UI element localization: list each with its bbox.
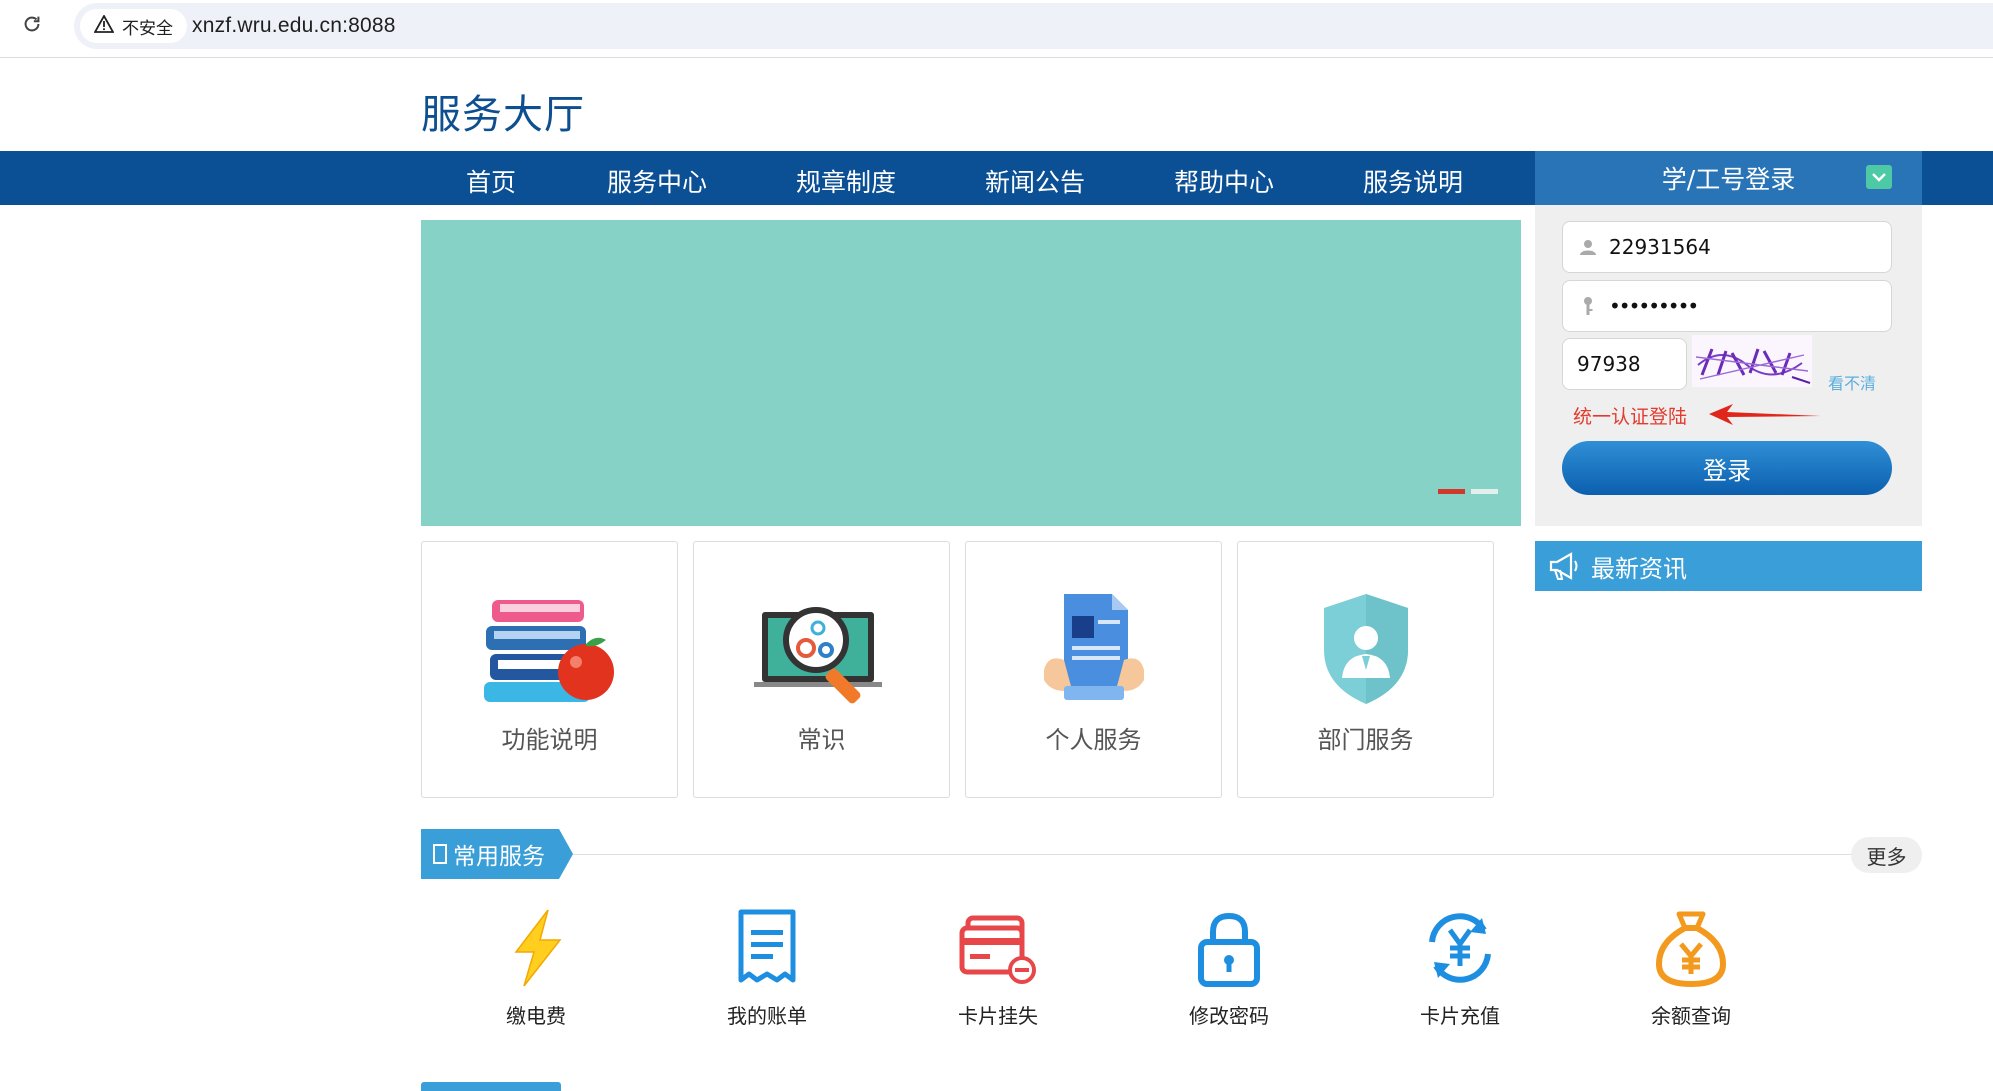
chevron-down-icon[interactable] — [1866, 165, 1892, 189]
login-header: 学/工号登录 — [1535, 151, 1922, 205]
next-section-tab — [421, 1082, 561, 1091]
document-hands-icon — [1024, 590, 1164, 710]
key-icon — [1577, 295, 1599, 317]
service-pay-electricity[interactable]: 缴电费 — [461, 908, 611, 1033]
service-label: 我的账单 — [727, 1004, 807, 1028]
yuan-refresh-icon — [1420, 908, 1500, 988]
service-label: 余额查询 — [1651, 1004, 1731, 1028]
reload-icon[interactable] — [18, 10, 46, 38]
bill-icon — [727, 908, 807, 988]
latest-news-title: 最新资讯 — [1591, 554, 1687, 583]
captcha-field[interactable]: 97938 — [1562, 338, 1687, 390]
card-label: 常识 — [797, 726, 846, 754]
service-balance-query[interactable]: 余额查询 — [1616, 908, 1766, 1033]
carousel-dot[interactable] — [1471, 489, 1498, 494]
card-department-service[interactable]: 部门服务 — [1237, 541, 1494, 798]
login-panel: 22931564 ••••••••• 97938 看不清 统一认证登陆 登录 — [1535, 205, 1922, 526]
card-label: 个人服务 — [1045, 726, 1142, 754]
nav-item-news[interactable]: 新闻公告 — [985, 163, 1085, 199]
service-card-lost[interactable]: 卡片挂失 — [923, 908, 1073, 1033]
common-services-title: 常用服务 — [453, 844, 545, 870]
lightning-icon — [496, 908, 576, 988]
banner-carousel[interactable] — [421, 220, 1521, 526]
refresh-captcha-link[interactable]: 看不清 — [1828, 370, 1876, 394]
security-chip[interactable]: 不安全 — [80, 9, 187, 43]
more-button[interactable]: 更多 — [1851, 837, 1922, 873]
nav-item-service-info[interactable]: 服务说明 — [1363, 163, 1463, 199]
lock-icon — [1189, 908, 1269, 988]
nav-item-home[interactable]: 首页 — [466, 163, 516, 199]
service-label: 缴电费 — [506, 1004, 566, 1028]
password-field[interactable]: ••••••••• — [1562, 280, 1892, 332]
address-bar[interactable]: 不安全 xnzf.wru.edu.cn:8088 — [74, 3, 1993, 49]
nav-item-regulations[interactable]: 规章制度 — [796, 163, 896, 199]
captcha-value: 97938 — [1577, 352, 1641, 376]
service-my-bill[interactable]: 我的账单 — [692, 908, 842, 1033]
common-services-header: 常用服务 — [421, 829, 545, 879]
megaphone-icon — [1547, 551, 1581, 581]
username-field[interactable]: 22931564 — [1562, 221, 1892, 273]
site-title: 服务大厅 — [421, 92, 585, 138]
login-button[interactable]: 登录 — [1562, 441, 1892, 495]
card-label: 功能说明 — [501, 726, 598, 754]
security-label: 不安全 — [122, 18, 173, 39]
user-icon — [1577, 236, 1599, 258]
browser-toolbar: 不安全 xnzf.wru.edu.cn:8088 — [0, 0, 1993, 58]
books-apple-icon — [480, 590, 620, 710]
service-label: 卡片充值 — [1420, 1004, 1500, 1028]
card-lost-icon — [958, 908, 1038, 988]
shield-person-icon — [1296, 590, 1436, 710]
card-function-info[interactable]: 功能说明 — [421, 541, 678, 798]
arrow-annotation-icon — [1709, 404, 1821, 425]
money-bag-icon — [1651, 908, 1731, 988]
captcha-image[interactable] — [1692, 335, 1812, 387]
section-divider — [560, 854, 1860, 855]
username-value: 22931564 — [1609, 235, 1711, 259]
unified-login-link[interactable]: 统一认证登陆 — [1573, 402, 1687, 429]
magnifier-screen-icon — [752, 590, 892, 710]
latest-news-header: 最新资讯 — [1535, 541, 1922, 591]
service-change-password[interactable]: 修改密码 — [1154, 908, 1304, 1033]
card-common-knowledge[interactable]: 常识 — [693, 541, 950, 798]
password-value: ••••••••• — [1609, 294, 1699, 318]
url-text[interactable]: xnzf.wru.edu.cn:8088 — [192, 14, 396, 38]
card-label: 部门服务 — [1317, 726, 1414, 754]
service-label: 卡片挂失 — [958, 1004, 1038, 1028]
service-label: 修改密码 — [1189, 1004, 1269, 1028]
bookmark-icon — [433, 844, 447, 864]
login-header-title: 学/工号登录 — [1661, 165, 1796, 194]
service-card-recharge[interactable]: 卡片充值 — [1385, 908, 1535, 1033]
nav-item-help[interactable]: 帮助中心 — [1174, 163, 1274, 199]
nav-item-service-center[interactable]: 服务中心 — [607, 163, 707, 199]
card-personal-service[interactable]: 个人服务 — [965, 541, 1222, 798]
warning-icon — [93, 13, 115, 38]
carousel-dot-active[interactable] — [1438, 489, 1465, 494]
